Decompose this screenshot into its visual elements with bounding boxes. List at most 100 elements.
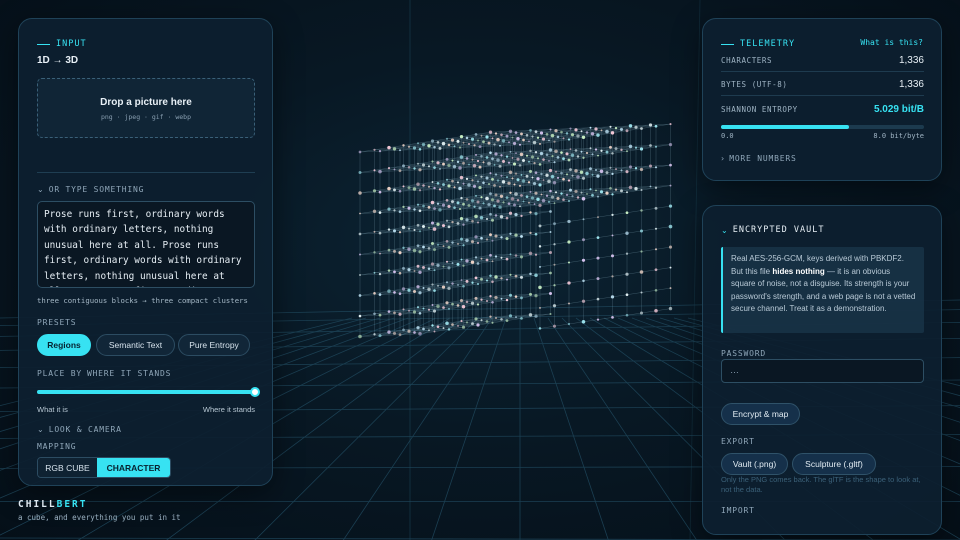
- lattice-point: [378, 211, 382, 214]
- lattice-point: [620, 169, 623, 172]
- preset-pure-entropy[interactable]: Pure Entropy: [178, 334, 250, 356]
- lattice-point: [519, 205, 521, 208]
- lattice-point: [514, 233, 518, 237]
- lattice-point: [489, 212, 492, 216]
- password-field[interactable]: …: [721, 359, 924, 383]
- place-by-slider[interactable]: [37, 387, 260, 397]
- lattice-point: [549, 231, 552, 233]
- lattice-point: [439, 167, 441, 170]
- lattice-point: [491, 157, 494, 161]
- lattice-point: [462, 223, 465, 226]
- lattice-point: [515, 152, 517, 155]
- lattice-point: [528, 292, 533, 296]
- lattice-point: [626, 191, 628, 194]
- lattice-point: [445, 260, 449, 263]
- lattice-point: [611, 316, 614, 319]
- lattice-point: [596, 256, 600, 260]
- lattice-point: [451, 262, 454, 265]
- lattice-point: [520, 234, 523, 238]
- lattice-point: [549, 312, 552, 316]
- export-gltf-button[interactable]: Sculpture (.gltf): [792, 453, 876, 475]
- lattice-point: [489, 192, 492, 196]
- dropzone-formats: png · jpeg · gif · webp: [100, 113, 191, 121]
- vault-header[interactable]: ⌄ ENCRYPTED VAULT: [721, 225, 824, 235]
- lattice-point: [447, 225, 451, 229]
- lattice-point: [436, 202, 440, 205]
- preset-semantic-text[interactable]: Semantic Text: [96, 334, 175, 356]
- lattice-point: [430, 262, 435, 266]
- lattice-point: [509, 253, 512, 256]
- lattice-point: [542, 179, 545, 182]
- lattice-point: [534, 191, 538, 195]
- lattice-point: [445, 239, 449, 243]
- lattice-point: [447, 163, 451, 168]
- row-key: BYTES (UTF-8): [721, 80, 788, 89]
- lattice-point: [472, 184, 477, 188]
- lattice-point: [640, 291, 643, 294]
- lattice-point: [431, 324, 434, 327]
- lattice-point: [418, 148, 422, 151]
- lattice-point: [441, 224, 446, 228]
- lattice-point: [548, 148, 553, 152]
- lattice-point: [589, 126, 592, 129]
- lattice-point: [499, 185, 501, 188]
- lattice-point: [525, 154, 529, 157]
- lattice-point: [536, 157, 540, 160]
- lattice-point: [529, 231, 532, 235]
- lattice-point: [639, 270, 644, 274]
- more-numbers-toggle[interactable]: › MORE NUMBERS: [721, 154, 797, 163]
- lattice-point: [407, 268, 411, 272]
- lattice-point: [427, 267, 431, 271]
- lattice-point: [574, 169, 578, 173]
- lattice-point: [393, 168, 396, 171]
- lattice-point: [545, 132, 549, 136]
- lattice-point: [465, 198, 469, 201]
- lattice-point: [458, 166, 462, 170]
- type-section-toggle[interactable]: ⌄ OR TYPE SOMETHING: [37, 185, 144, 194]
- lattice-point: [462, 182, 465, 185]
- lattice-point: [485, 135, 489, 139]
- lattice-point: [640, 127, 643, 130]
- lattice-point: [534, 151, 538, 154]
- telemetry-row-entropy: SHANNON ENTROPY 5.029 bit/B: [721, 98, 924, 120]
- lattice-point: [545, 173, 549, 177]
- slider-handle[interactable]: [250, 387, 260, 397]
- lattice-point: [489, 233, 492, 237]
- lattice-point: [514, 274, 518, 278]
- lattice-point: [528, 313, 533, 317]
- lattice-point: [378, 190, 382, 194]
- what-is-this-link[interactable]: What is this?: [860, 38, 923, 47]
- lattice-point: [480, 154, 483, 158]
- lattice-point: [465, 321, 469, 324]
- lattice-point: [553, 222, 556, 226]
- lattice-point: [505, 155, 509, 158]
- lattice-point: [373, 333, 376, 336]
- lattice-point: [528, 169, 533, 173]
- lattice-point: [402, 328, 405, 332]
- lattice-point: [457, 181, 459, 184]
- text-input[interactable]: Prose runs first, ordinary words with or…: [37, 201, 255, 288]
- lattice-point: [441, 203, 446, 207]
- lattice-point: [562, 157, 565, 161]
- lattice-point: [529, 190, 532, 193]
- look-camera-toggle[interactable]: ⌄ LOOK & CAMERA: [37, 425, 122, 434]
- lattice-point: [379, 252, 381, 255]
- mapping-rgb-cube[interactable]: RGB CUBE: [38, 458, 97, 477]
- lattice-point: [402, 144, 405, 147]
- lattice-point: [491, 137, 494, 140]
- mapping-character[interactable]: CHARACTER: [97, 458, 170, 477]
- lattice-point: [445, 157, 449, 161]
- lattice-point: [494, 132, 498, 135]
- encrypt-map-button[interactable]: Encrypt & map: [721, 403, 800, 425]
- lattice-point: [516, 136, 520, 141]
- slider-max-label: Where it stands: [202, 405, 255, 414]
- lattice-point: [474, 256, 478, 259]
- lattice-point: [372, 209, 377, 213]
- lattice-point: [427, 329, 431, 332]
- lattice-point: [581, 176, 586, 180]
- lattice-point: [500, 174, 503, 177]
- preset-regions[interactable]: Regions: [37, 334, 91, 356]
- image-dropzone[interactable]: Drop a picture here png · jpeg · gif · w…: [37, 78, 255, 138]
- export-png-button[interactable]: Vault (.png): [721, 453, 788, 475]
- lattice-point: [461, 325, 466, 329]
